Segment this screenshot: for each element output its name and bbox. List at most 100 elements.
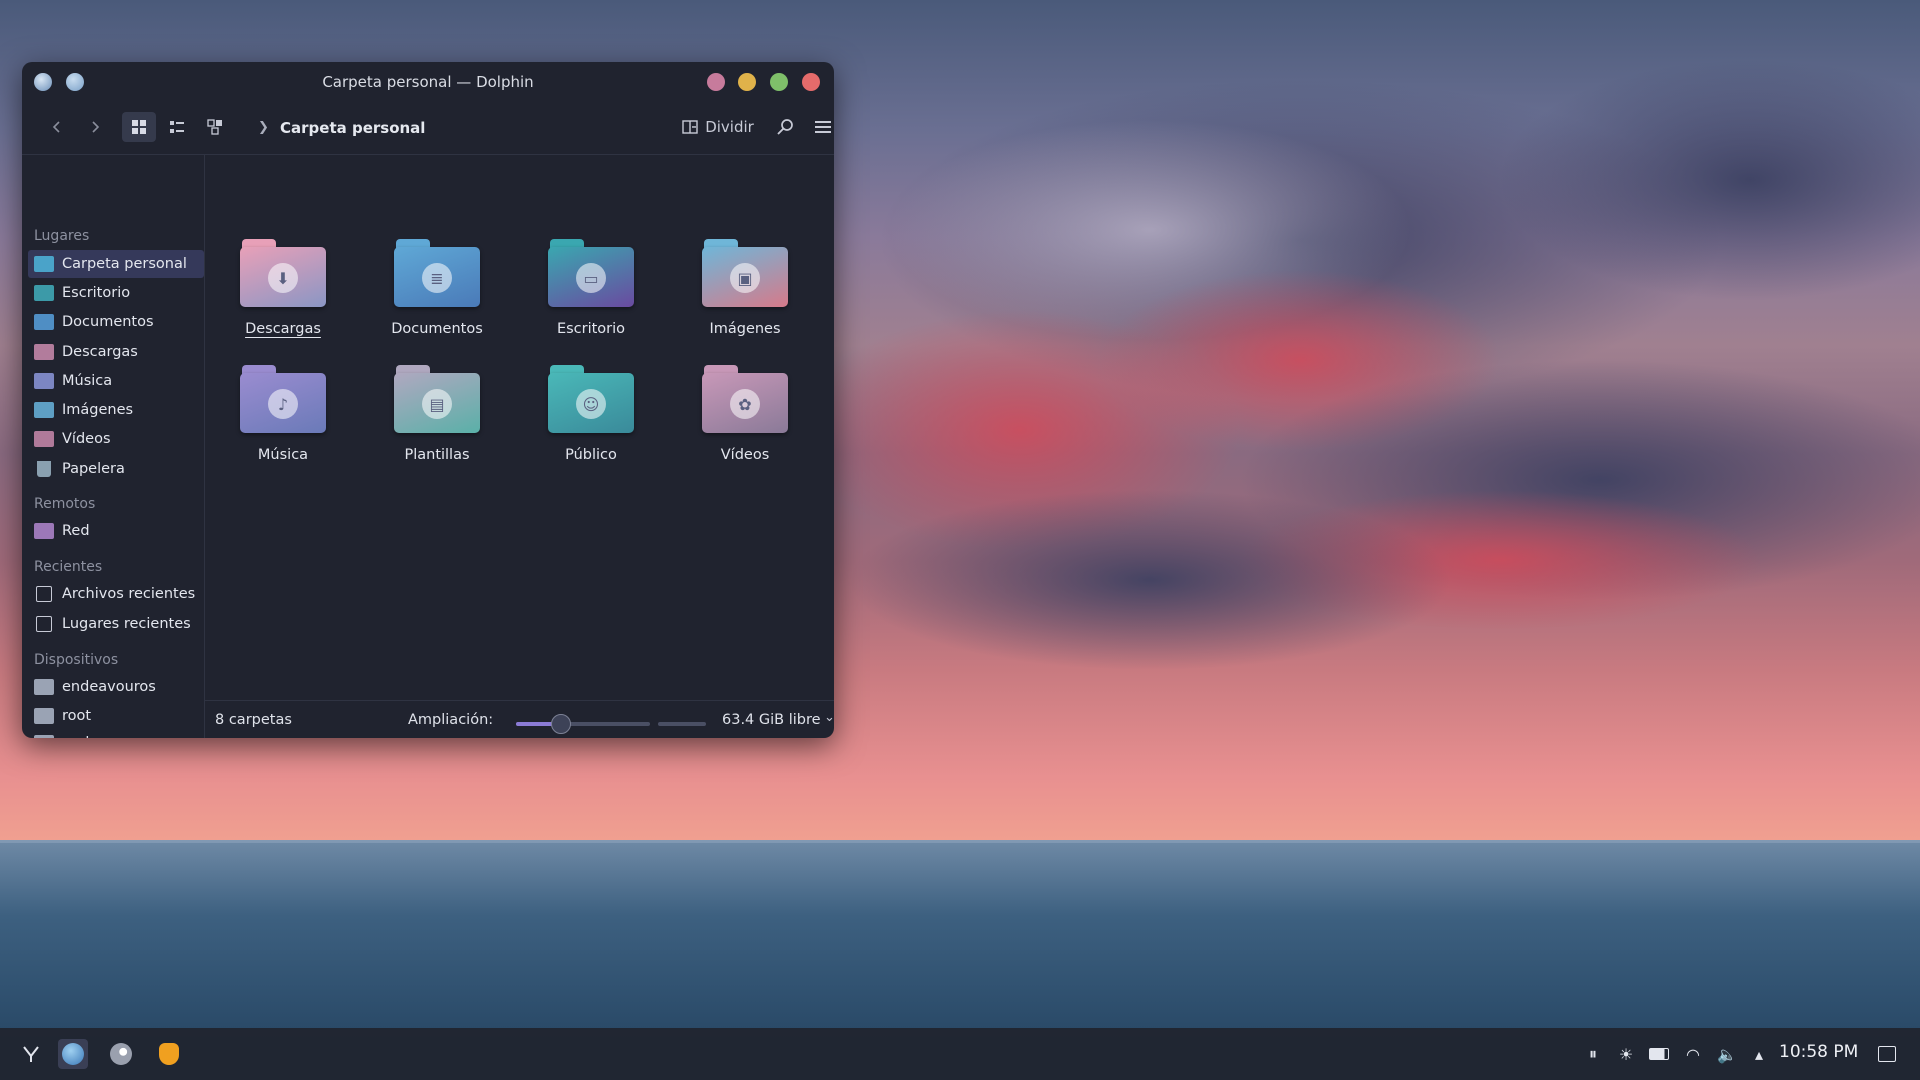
back-button[interactable] bbox=[42, 112, 72, 142]
folder-item-downloads[interactable]: ⬇ Descargas bbox=[218, 239, 348, 337]
compact-view-button[interactable] bbox=[160, 112, 194, 142]
maximize-button[interactable] bbox=[770, 73, 788, 91]
volume-icon[interactable]: 🔈 bbox=[1716, 1044, 1738, 1064]
free-space-label[interactable]: 63.4 GiB libre bbox=[722, 712, 821, 728]
sidebar-item-downloads[interactable]: Descargas bbox=[28, 338, 204, 366]
split-button[interactable]: Dividir bbox=[680, 112, 756, 142]
wifi-icon[interactable]: ◠ bbox=[1682, 1044, 1704, 1064]
icons-view-button[interactable] bbox=[122, 112, 156, 142]
folder-label: Escritorio bbox=[556, 321, 626, 337]
sidebar-item-device[interactable]: root bbox=[28, 702, 204, 730]
sidebar-item-recent-files[interactable]: Archivos recientes bbox=[28, 580, 204, 608]
sidebar-item-label: Red bbox=[62, 523, 90, 539]
folder-item-music[interactable]: ♪ Música bbox=[218, 365, 348, 463]
sidebar-item-device[interactable]: endeavouros bbox=[28, 673, 204, 701]
details-view-button[interactable] bbox=[198, 112, 232, 142]
menu-button[interactable] bbox=[808, 112, 834, 142]
split-view-icon bbox=[682, 120, 698, 134]
folder-item-desktop[interactable]: ▭ Escritorio bbox=[526, 239, 656, 337]
icons-view-icon bbox=[132, 120, 146, 134]
sidebar-item-network[interactable]: Red bbox=[28, 517, 204, 545]
sidebar-item-trash[interactable]: Papelera bbox=[28, 455, 204, 483]
folder-label: Público bbox=[565, 447, 617, 463]
desktop-folder-icon: ▭ bbox=[548, 239, 634, 307]
sidebar-item-label: Imágenes bbox=[62, 402, 134, 418]
folder-item-videos[interactable]: ✿ Vídeos bbox=[680, 365, 810, 463]
steam-icon bbox=[110, 1043, 132, 1065]
folder-badge: ⬇ bbox=[268, 263, 298, 293]
battery-icon[interactable] bbox=[1648, 1044, 1670, 1064]
sidebar-item-music[interactable]: Música bbox=[28, 367, 204, 395]
folder-item-templates[interactable]: ▤ Plantillas bbox=[372, 365, 502, 463]
app-launcher-button[interactable] bbox=[16, 1039, 46, 1069]
folder-label: Documentos bbox=[391, 321, 483, 337]
brightness-icon[interactable]: ☀ bbox=[1615, 1044, 1637, 1064]
drive-icon bbox=[34, 735, 54, 738]
documents-folder-icon: ≣ bbox=[394, 239, 480, 307]
sidebar-item-label: Documentos bbox=[62, 314, 154, 330]
drive-icon bbox=[34, 679, 54, 695]
folder-label: Vídeos bbox=[720, 447, 770, 463]
folder-item-public[interactable]: ☺ Público bbox=[526, 365, 656, 463]
titlebar[interactable]: Carpeta personal — Dolphin bbox=[22, 62, 834, 102]
sidebar-item-label: Vídeos bbox=[62, 431, 111, 447]
folder-item-pictures[interactable]: ▣ Imágenes bbox=[680, 239, 810, 337]
show-desktop-icon[interactable] bbox=[1876, 1044, 1898, 1064]
sidebar-item-videos[interactable]: Vídeos bbox=[28, 425, 204, 453]
sidebar-item-desktop[interactable]: Escritorio bbox=[28, 279, 204, 307]
folder-item-documents[interactable]: ≣ Documentos bbox=[372, 239, 502, 337]
sidebar-item-recent-places[interactable]: Lugares recientes bbox=[28, 610, 204, 638]
folder-badge: ≣ bbox=[422, 263, 452, 293]
pause-media-icon[interactable]: ⏸ bbox=[1582, 1044, 1604, 1064]
sidebar-item-home[interactable]: Carpeta personal bbox=[28, 250, 204, 278]
taskbar-dolphin[interactable] bbox=[58, 1039, 88, 1069]
section-title-places: Lugares bbox=[34, 228, 90, 244]
clock[interactable]: 10:58 PM bbox=[1779, 1042, 1858, 1062]
forward-button[interactable] bbox=[80, 112, 110, 142]
public-folder-icon: ☺ bbox=[548, 365, 634, 433]
search-button[interactable] bbox=[770, 112, 800, 142]
network-folder-icon bbox=[34, 523, 54, 539]
section-title-remote: Remotos bbox=[34, 496, 96, 512]
sidebar-item-label: Carpeta personal bbox=[62, 256, 187, 272]
tray-expand-icon[interactable]: ▴ bbox=[1748, 1044, 1770, 1064]
home-folder-icon bbox=[34, 256, 54, 272]
folder-badge: ♪ bbox=[268, 389, 298, 419]
folder-badge: ✿ bbox=[730, 389, 760, 419]
split-label: Dividir bbox=[705, 118, 754, 136]
breadcrumb[interactable]: Carpeta personal bbox=[280, 119, 425, 137]
back-arrow-icon bbox=[52, 121, 60, 133]
sidebar-item-label: endeavouros bbox=[62, 735, 156, 738]
recent-places-icon bbox=[36, 616, 52, 632]
taskbar-steam[interactable] bbox=[106, 1039, 136, 1069]
folder-label: Descargas bbox=[245, 321, 321, 337]
dolphin-icon bbox=[62, 1043, 84, 1065]
sidebar-item-label: Papelera bbox=[62, 461, 125, 477]
chevron-down-icon[interactable]: ⌄ bbox=[824, 710, 834, 725]
sidebar-item-label: root bbox=[62, 708, 92, 724]
brave-browser-icon bbox=[159, 1043, 179, 1065]
breadcrumb-separator-icon: ❯ bbox=[258, 120, 269, 135]
app-launcher-icon bbox=[23, 1046, 39, 1062]
sidebar-item-label: endeavouros bbox=[62, 679, 156, 695]
section-title-devices: Dispositivos bbox=[34, 652, 119, 668]
sidebar-item-label: Archivos recientes bbox=[62, 586, 196, 602]
taskbar-brave[interactable] bbox=[154, 1039, 184, 1069]
compact-view-icon bbox=[170, 121, 184, 133]
free-space-bar bbox=[658, 722, 706, 726]
zoom-slider-handle[interactable] bbox=[550, 714, 571, 734]
status-bar: 8 carpetas Ampliación: 63.4 GiB libre ⌄ bbox=[205, 700, 834, 738]
folder-badge: ▭ bbox=[576, 263, 606, 293]
sidebar-item-documents[interactable]: Documentos bbox=[28, 308, 204, 336]
keep-above-button[interactable] bbox=[707, 73, 725, 91]
close-button[interactable] bbox=[802, 73, 820, 91]
minimize-button[interactable] bbox=[738, 73, 756, 91]
drive-icon bbox=[34, 708, 54, 724]
dolphin-window: Carpeta personal — Dolphin ❯ Carpeta per… bbox=[22, 62, 834, 738]
sidebar-item-pictures[interactable]: Imágenes bbox=[28, 396, 204, 424]
zoom-slider[interactable] bbox=[516, 714, 650, 734]
folder-label: Imágenes bbox=[709, 321, 781, 337]
sidebar-item-device[interactable]: endeavouros bbox=[28, 729, 204, 738]
music-folder-icon bbox=[34, 373, 54, 389]
videos-folder-icon bbox=[34, 431, 54, 447]
